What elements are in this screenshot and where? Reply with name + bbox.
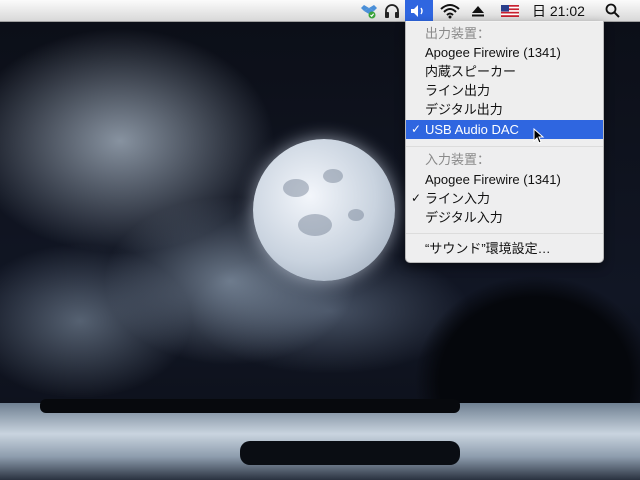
wifi-icon[interactable] — [437, 0, 463, 21]
sound-preferences-item[interactable]: “サウンド”環境設定… — [406, 239, 603, 258]
rocks — [240, 441, 460, 465]
eject-icon[interactable] — [468, 0, 488, 21]
input-item-digital-in[interactable]: デジタル入力 — [406, 208, 603, 227]
separator — [406, 146, 603, 147]
spotlight-icon[interactable] — [602, 0, 622, 21]
input-header: 入力装置： — [425, 152, 491, 167]
checkmark-icon: ✓ — [411, 122, 422, 136]
separator — [406, 233, 603, 234]
dropbox-icon[interactable] — [360, 0, 378, 21]
cursor-icon — [533, 128, 545, 144]
us-flag-icon[interactable] — [499, 0, 521, 21]
output-item-usb-audio-dac[interactable]: ✓ USB Audio DAC — [406, 120, 603, 144]
input-item-line-in[interactable]: ✓ ライン入力 — [406, 189, 603, 208]
output-item-apogee[interactable]: Apogee Firewire (1341) — [406, 43, 603, 62]
output-item-digital-out[interactable]: デジタル出力 — [406, 100, 603, 119]
sound-menu: 出力装置： Apogee Firewire (1341) 内蔵スピーカー ライン… — [405, 21, 604, 263]
headphones-icon[interactable] — [382, 0, 402, 21]
output-item-internal-speakers[interactable]: 内蔵スピーカー — [406, 62, 603, 81]
checkmark-icon: ✓ — [411, 191, 422, 205]
clock[interactable]: 日 21:02 — [532, 1, 585, 21]
output-item-line-out[interactable]: ライン出力 — [406, 81, 603, 100]
shoreline — [40, 399, 460, 413]
volume-icon[interactable] — [405, 0, 433, 21]
menu-bar: 日 21:02 — [0, 0, 640, 22]
output-header: 出力装置： — [425, 26, 491, 41]
input-item-apogee[interactable]: Apogee Firewire (1341) — [406, 170, 603, 189]
moon-image — [253, 139, 395, 281]
